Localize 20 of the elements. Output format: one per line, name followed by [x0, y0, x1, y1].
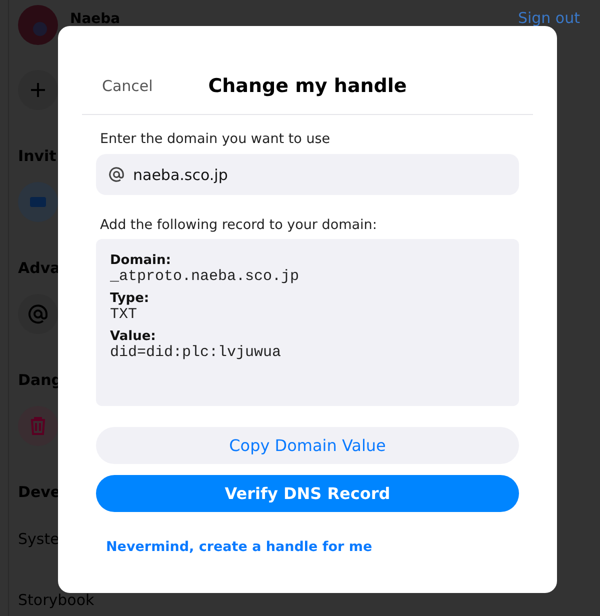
domain-value: naeba.sco.jp — [133, 166, 228, 184]
verify-button[interactable]: Verify DNS Record — [96, 475, 519, 512]
cancel-button[interactable]: Cancel — [102, 76, 153, 96]
record-value: TXT — [110, 306, 138, 323]
copy-button[interactable]: Copy Domain Value — [96, 427, 519, 464]
record-label: Value: — [110, 329, 157, 344]
record-value: did=did:plc:lvjuwua — [110, 344, 282, 361]
dialog-title: Change my handle — [208, 75, 407, 97]
field-label: Enter the domain you want to use — [100, 131, 332, 147]
sign-out-link[interactable]: Sign out — [518, 9, 580, 27]
avatar-icon — [18, 5, 58, 45]
trash-icon[interactable] — [18, 406, 58, 446]
create-handle-link[interactable]: Nevermind, create a handle for me — [106, 539, 372, 555]
instruction-text: Add the following record to your domain: — [100, 217, 378, 233]
at-icon — [108, 166, 125, 183]
ticket-icon[interactable] — [18, 182, 58, 222]
record-label: Type: — [110, 291, 150, 306]
domain-field[interactable]: naeba.sco.jp — [96, 154, 519, 195]
record-label: Domain: — [110, 253, 172, 268]
record-value: _atproto.naeba.sco.jp — [110, 268, 300, 285]
